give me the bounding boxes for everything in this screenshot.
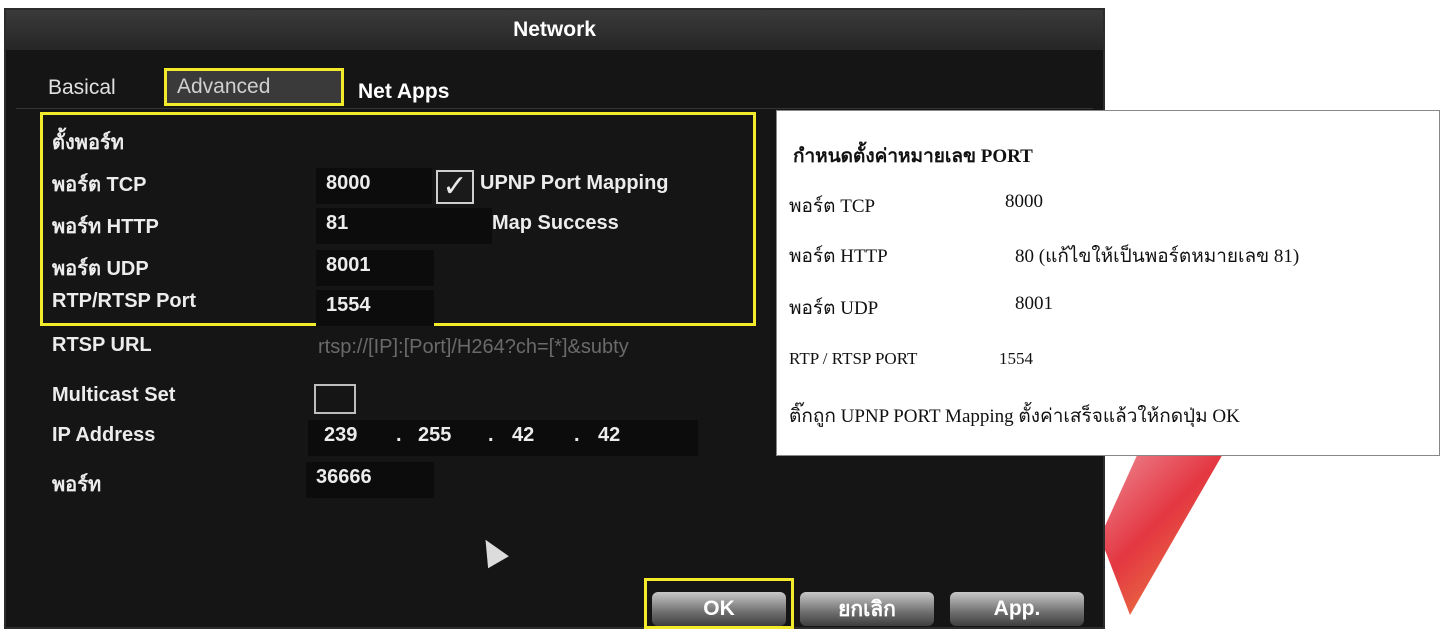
ip-separator: . <box>574 424 580 446</box>
note-http-value: 80 (แก้ไขให้เป็นพอร์ตหมายเลข 81) <box>1015 246 1300 267</box>
upnp-checkbox[interactable]: ✓ <box>436 170 474 204</box>
note-http-label: พอร์ต HTTP <box>789 246 888 267</box>
multicast-port-input[interactable]: 36666 <box>306 462 434 498</box>
ip-octet-2[interactable]: 255 <box>408 420 461 456</box>
tab-advanced[interactable]: Advanced <box>164 68 344 106</box>
upnp-label: UPNP Port Mapping <box>480 172 669 194</box>
map-status: Map Success <box>492 212 619 234</box>
divider <box>16 108 1093 109</box>
multicast-checkbox[interactable] <box>314 384 356 414</box>
ok-button[interactable]: OK <box>652 592 786 626</box>
note-udp-value: 8001 <box>1015 293 1053 314</box>
note-rtsp-value: 1554 <box>999 349 1033 368</box>
http-port-label: พอร์ท HTTP <box>52 216 159 238</box>
ip-separator: . <box>488 424 494 446</box>
http-port-input[interactable]: 81 <box>316 208 492 244</box>
rtsp-port-label: RTP/RTSP Port <box>52 290 197 312</box>
ip-octet-1[interactable]: 239 <box>314 420 367 456</box>
note-tcp-label: พอร์ต TCP <box>789 196 876 217</box>
tab-basical[interactable]: Basical <box>48 76 116 100</box>
note-title: กำหนดตั้งค่าหมายเลข PORT <box>793 146 1033 167</box>
udp-port-label: พอร์ต UDP <box>52 258 149 280</box>
multicast-port-label: พอร์ท <box>52 474 102 496</box>
note-rtsp-label: RTP / RTSP PORT <box>789 349 918 368</box>
rtsp-url-label: RTSP URL <box>52 334 152 356</box>
dialog-title: Network <box>6 10 1103 50</box>
cancel-button[interactable]: ยกเลิก <box>800 592 934 626</box>
udp-port-input[interactable]: 8001 <box>316 250 434 286</box>
port-section-title: ตั้งพอร์ท <box>52 132 124 154</box>
rtsp-url-value: rtsp://[IP]:[Port]/H264?ch=[*]&subty <box>318 336 629 358</box>
ip-octet-3[interactable]: 42 <box>502 420 544 456</box>
tcp-port-input[interactable]: 8000 <box>316 168 432 204</box>
note-tcp-value: 8000 <box>1005 191 1043 212</box>
ip-address-field[interactable]: 239 . 255 . 42 . 42 <box>308 420 698 456</box>
tab-net-apps[interactable]: Net Apps <box>358 80 449 104</box>
checkmark-icon: ✓ <box>442 169 468 204</box>
tcp-port-label: พอร์ต TCP <box>52 174 147 196</box>
ip-address-label: IP Address <box>52 424 156 446</box>
note-udp-label: พอร์ต UDP <box>789 298 879 319</box>
tab-bar: Basical Advanced Net Apps <box>6 68 1103 110</box>
ip-octet-4[interactable]: 42 <box>588 420 630 456</box>
rtsp-port-input[interactable]: 1554 <box>316 290 434 326</box>
app-button[interactable]: App. <box>950 592 1084 626</box>
instruction-note: กำหนดตั้งค่าหมายเลข PORT พอร์ต TCP 8000 … <box>776 110 1440 456</box>
note-instruction: ติ๊กถูก UPNP PORT Mapping ตั้งค่าเสร็จแล… <box>789 406 1240 427</box>
multicast-label: Multicast Set <box>52 384 176 406</box>
